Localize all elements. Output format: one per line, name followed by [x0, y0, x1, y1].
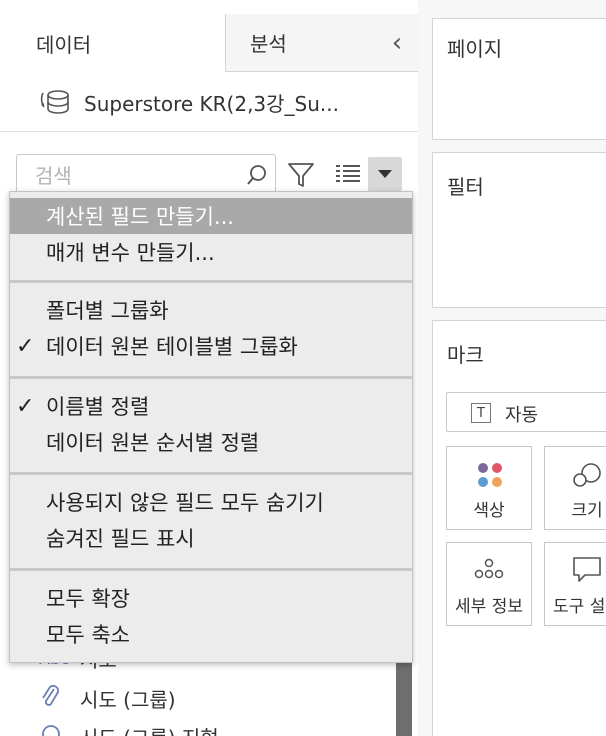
tooltip-icon	[573, 557, 601, 582]
menu-separator	[10, 568, 412, 571]
datasource-name: Superstore KR(2,3강_Su...	[84, 91, 340, 116]
color-label: 색상	[473, 501, 505, 521]
filters-title: 필터	[447, 175, 484, 199]
menu-item-label: 매개 변수 만들기...	[46, 241, 215, 265]
detail-label: 세부 정보	[455, 597, 523, 617]
menu-item-expand-all[interactable]: 모두 확장	[10, 580, 412, 616]
field-label: 시도 (그룹)	[80, 687, 176, 712]
tab-data[interactable]: 데이터	[0, 14, 226, 72]
menu-item-label: 숨겨진 필드 표시	[46, 527, 195, 551]
detail-button[interactable]: 세부 정보	[446, 542, 532, 626]
menu-item-hide-unused-fields[interactable]: 사용되지 않은 필드 모두 숨기기	[10, 484, 412, 520]
field-label: 시도 (그룹) 지형	[80, 722, 219, 736]
list-view-icon[interactable]	[334, 162, 362, 186]
tab-analysis-label: 분석	[250, 32, 287, 56]
mark-type-dropdown[interactable]: T 자동	[446, 392, 606, 432]
datasource-item[interactable]: Superstore KR(2,3강_Su...	[40, 82, 339, 122]
data-pane-menu: 계산된 필드 만들기... 매개 변수 만들기... 폴더별 그룹화 ✓ 데이터…	[9, 191, 413, 663]
divider	[0, 131, 418, 132]
menu-item-label: 사용되지 않은 필드 모두 숨기기	[46, 491, 324, 515]
menu-item-label: 폴더별 그룹화	[46, 299, 169, 323]
detail-dots-icon	[474, 558, 504, 579]
pages-title: 페이지	[447, 37, 503, 61]
pages-card[interactable]: 페이지	[432, 18, 606, 140]
marks-title: 마크	[447, 343, 484, 367]
menu-item-group-by-folder[interactable]: 폴더별 그룹화	[10, 292, 412, 328]
menu-item-create-parameter[interactable]: 매개 변수 만들기...	[10, 234, 412, 270]
menu-item-label: 계산된 필드 만들기...	[46, 205, 234, 229]
geo-icon	[40, 723, 80, 736]
color-button[interactable]: 색상	[446, 446, 532, 530]
size-label: 크기	[571, 501, 603, 521]
menu-item-label: 이름별 정렬	[46, 395, 150, 419]
checkmark-icon: ✓	[16, 393, 35, 419]
menu-item-group-by-table[interactable]: ✓ 데이터 원본 테이블별 그룹화	[10, 328, 412, 364]
pane-menu-button[interactable]	[368, 157, 402, 191]
menu-separator	[10, 280, 412, 283]
app-root: 데이터 분석 ‹ Superstore KR(2,3강_Su... 검색 시도 …	[0, 0, 606, 736]
size-button[interactable]: 크기	[544, 446, 606, 530]
menu-item-sort-by-name[interactable]: ✓ 이름별 정렬	[10, 388, 412, 424]
menu-separator	[10, 376, 412, 379]
paperclip-icon	[40, 683, 80, 713]
menu-item-sort-by-source-order[interactable]: 데이터 원본 순서별 정렬	[10, 424, 412, 460]
field-row[interactable]: 시도 (그룹) 지형	[40, 718, 219, 736]
menu-item-label: 데이터 원본 순서별 정렬	[46, 431, 260, 455]
menu-item-label: 모두 축소	[46, 623, 130, 647]
collapse-pane-button[interactable]: ‹	[382, 26, 412, 60]
search-field[interactable]	[16, 154, 276, 194]
caret-down-icon	[378, 170, 392, 178]
tooltip-label: 도구 설명	[553, 597, 606, 617]
tab-data-label: 데이터	[36, 32, 92, 57]
filters-card[interactable]: 필터	[432, 152, 606, 308]
text-mark-icon: T	[471, 403, 491, 423]
menu-item-collapse-all[interactable]: 모두 축소	[10, 616, 412, 652]
datasource-icon	[40, 90, 69, 114]
tooltip-button[interactable]: 도구 설명	[544, 542, 606, 626]
search-input[interactable]	[33, 161, 237, 191]
search-icon	[247, 165, 266, 185]
mark-type-label: 자동	[505, 405, 539, 426]
menu-item-label: 데이터 원본 테이블별 그룹화	[46, 335, 298, 359]
menu-separator	[10, 472, 412, 475]
size-icon	[573, 463, 601, 487]
checkmark-icon: ✓	[16, 333, 35, 359]
chevron-left-icon: ‹	[391, 28, 403, 58]
menu-item-label: 모두 확장	[46, 587, 130, 611]
menu-item-show-hidden-fields[interactable]: 숨겨진 필드 표시	[10, 520, 412, 556]
filter-icon[interactable]	[286, 160, 316, 190]
menu-item-create-calculated-field[interactable]: 계산된 필드 만들기...	[10, 198, 412, 234]
color-dots-icon	[478, 463, 502, 487]
field-row[interactable]: 시도 (그룹)	[40, 680, 176, 716]
